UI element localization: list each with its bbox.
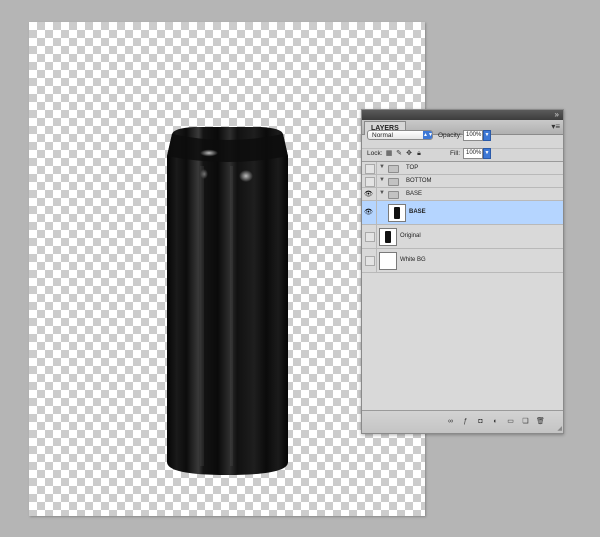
triangle-down-icon[interactable]: ▼ bbox=[379, 190, 385, 196]
visibility-cell[interactable] bbox=[362, 225, 377, 248]
layer-name: BASE bbox=[406, 191, 423, 197]
layer-row-top-group[interactable]: ▼ TOP bbox=[362, 162, 563, 175]
blend-mode-select[interactable]: Normal ▲▼ bbox=[367, 130, 433, 140]
layer-list: ▼ TOP ▼ BOTTOM 👁︎ ▼ BASE 👁︎ BASE Origina… bbox=[362, 161, 563, 410]
layers-panel: » LAYERS ▾≡ Normal ▲▼ Opacity: 100% ▼ Lo… bbox=[361, 109, 564, 434]
lock-icon[interactable]: 🔒︎ bbox=[415, 150, 423, 158]
black-can-artwork bbox=[167, 127, 288, 475]
layer-name: Original bbox=[400, 233, 421, 239]
folder-icon bbox=[388, 178, 399, 186]
fill-dropdown-icon[interactable]: ▼ bbox=[483, 148, 491, 159]
layer-name: BASE bbox=[409, 209, 426, 215]
layer-name: White BG bbox=[400, 257, 426, 263]
visibility-toggle[interactable] bbox=[365, 256, 375, 266]
opacity-dropdown-icon[interactable]: ▼ bbox=[483, 130, 491, 141]
blend-controls: Normal ▲▼ Opacity: 100% ▼ bbox=[362, 130, 563, 144]
opacity-label: Opacity: bbox=[438, 132, 462, 139]
layer-row-bottom-group[interactable]: ▼ BOTTOM bbox=[362, 175, 563, 188]
layer-name: BOTTOM bbox=[406, 178, 432, 184]
visibility-cell[interactable] bbox=[362, 162, 377, 174]
panel-titlebar[interactable]: » bbox=[362, 110, 563, 120]
blend-mode-value: Normal bbox=[372, 132, 393, 139]
layer-thumbnail bbox=[379, 228, 397, 246]
layer-thumbnail bbox=[379, 252, 397, 270]
collapse-panel-icon[interactable]: » bbox=[555, 110, 559, 120]
select-arrows-icon: ▲▼ bbox=[423, 131, 433, 139]
visibility-toggle[interactable] bbox=[365, 177, 375, 187]
new-layer-icon[interactable]: ❏ bbox=[521, 417, 530, 426]
folder-icon bbox=[388, 165, 399, 173]
eye-icon[interactable]: 👁︎ bbox=[364, 190, 373, 198]
trash-icon[interactable]: 🗑︎ bbox=[536, 417, 545, 426]
resize-grip-icon[interactable]: ◢ bbox=[557, 426, 562, 432]
brush-icon[interactable]: ✎ bbox=[395, 150, 403, 158]
visibility-cell[interactable] bbox=[362, 175, 377, 187]
adjustment-layer-icon[interactable]: ◐ bbox=[491, 417, 500, 426]
layer-row-original[interactable]: Original bbox=[362, 225, 563, 249]
layer-row-base-group[interactable]: 👁︎ ▼ BASE bbox=[362, 188, 563, 201]
visibility-cell[interactable] bbox=[362, 249, 377, 272]
move-icon[interactable]: ✥ bbox=[405, 150, 413, 158]
visibility-cell[interactable]: 👁︎ bbox=[362, 188, 377, 200]
visibility-toggle[interactable] bbox=[365, 164, 375, 174]
triangle-down-icon[interactable]: ▼ bbox=[379, 164, 385, 170]
opacity-input[interactable]: 100% bbox=[463, 130, 483, 141]
link-layers-icon[interactable]: ∞ bbox=[446, 417, 455, 426]
triangle-down-icon[interactable]: ▼ bbox=[379, 177, 385, 183]
layer-row-base[interactable]: 👁︎ BASE bbox=[362, 201, 563, 225]
layer-thumbnail bbox=[388, 204, 406, 222]
new-group-icon[interactable]: ▭ bbox=[506, 417, 515, 426]
lock-transparent-icon[interactable]: ▦ bbox=[385, 150, 393, 158]
lock-label: Lock: bbox=[367, 150, 383, 157]
eye-icon[interactable]: 👁︎ bbox=[364, 208, 373, 216]
fill-label: Fill: bbox=[450, 150, 461, 157]
layer-row-white-bg[interactable]: White BG bbox=[362, 249, 563, 273]
visibility-toggle[interactable] bbox=[365, 232, 375, 242]
add-mask-icon[interactable]: ◘ bbox=[476, 417, 485, 426]
layer-style-icon[interactable]: ƒ bbox=[461, 417, 470, 426]
fill-input[interactable]: 100% bbox=[463, 148, 483, 159]
lock-controls: Lock: ▦ ✎ ✥ 🔒︎ Fill: 100% ▼ bbox=[362, 148, 563, 161]
folder-icon bbox=[388, 191, 399, 199]
panel-footer: ∞ ƒ ◘ ◐ ▭ ❏ 🗑︎ ◢ bbox=[362, 410, 563, 433]
layer-name: TOP bbox=[406, 165, 419, 171]
visibility-cell[interactable]: 👁︎ bbox=[362, 201, 377, 224]
